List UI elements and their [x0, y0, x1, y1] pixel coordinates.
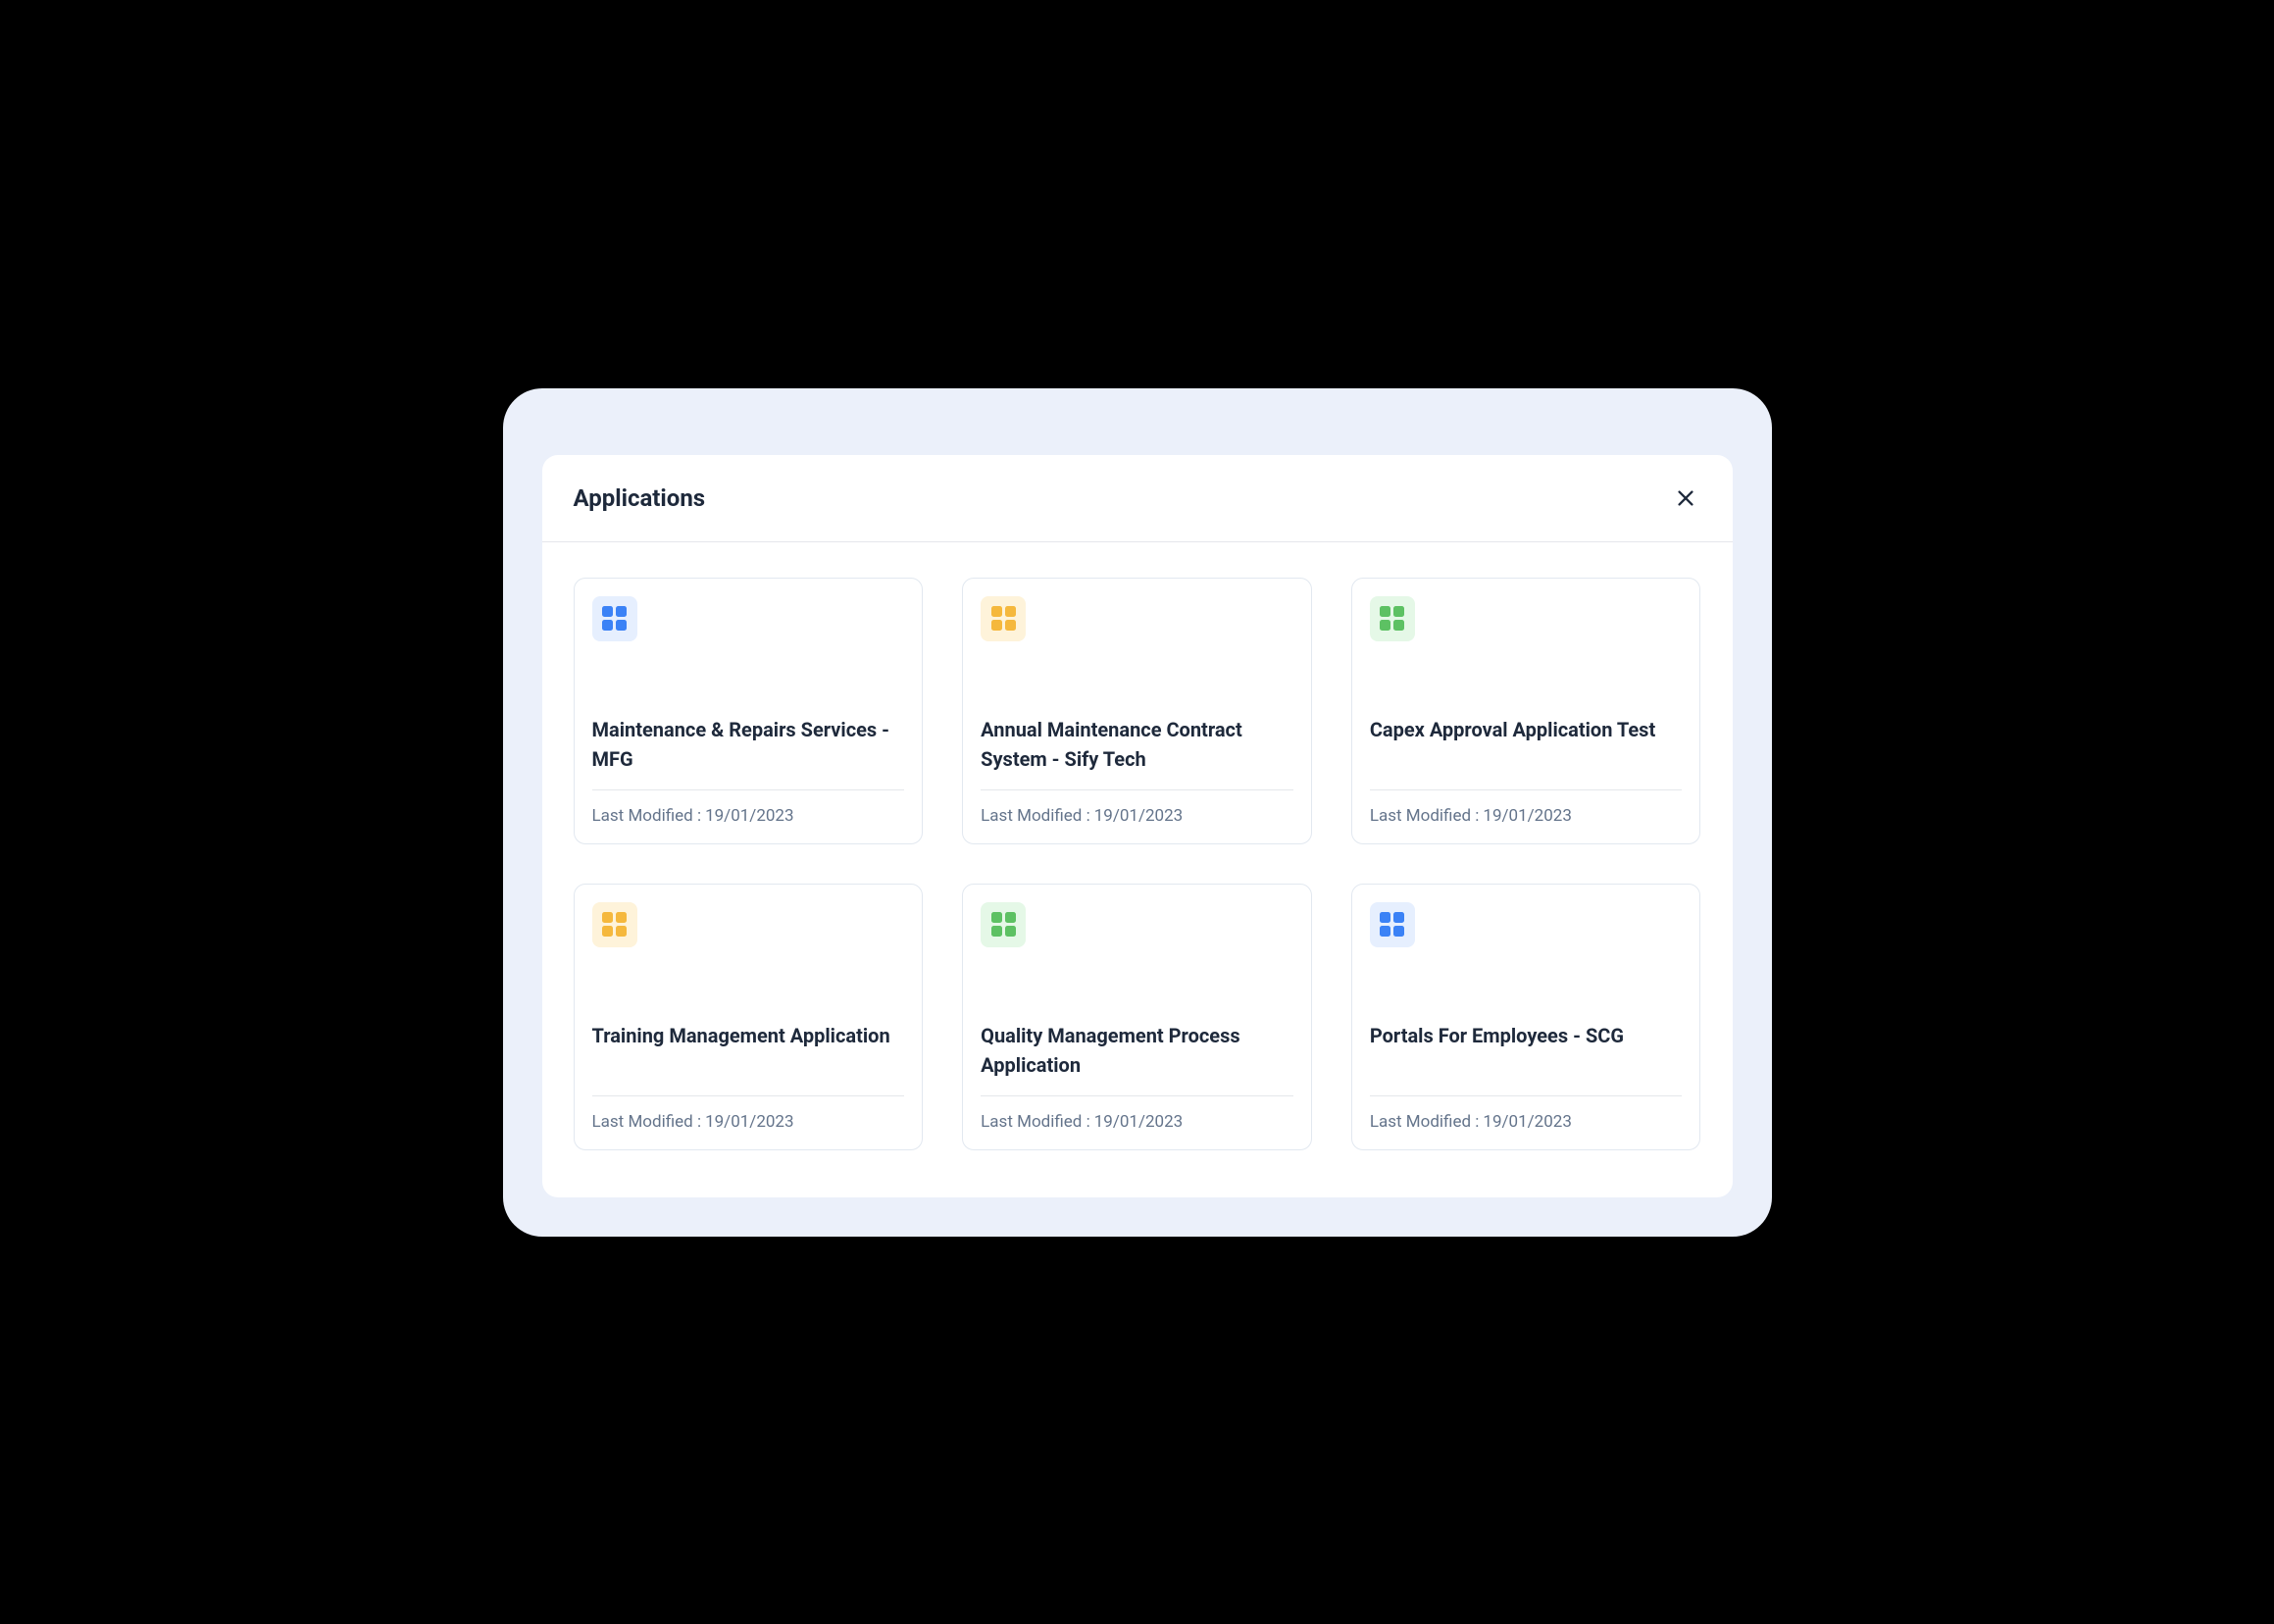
page-background: Applications Maintenance & Repairs Servi… — [503, 388, 1772, 1237]
app-icon-wrap — [592, 596, 637, 641]
last-modified-label: Last Modified : — [981, 1112, 1090, 1132]
grid-icon — [602, 606, 627, 631]
card-divider — [592, 789, 905, 790]
app-icon-wrap — [592, 902, 637, 947]
card-spacer — [1370, 641, 1683, 715]
last-modified-label: Last Modified : — [592, 1112, 702, 1132]
card-title: Portals For Employees - SCG — [1370, 1021, 1683, 1080]
app-icon-wrap — [1370, 596, 1415, 641]
last-modified-label: Last Modified : — [981, 806, 1090, 826]
grid-icon — [991, 606, 1016, 631]
last-modified-date: 19/01/2023 — [705, 1112, 793, 1132]
card-spacer — [592, 947, 905, 1021]
card-spacer — [592, 641, 905, 715]
application-card[interactable]: Capex Approval Application Test Last Modi… — [1351, 578, 1701, 844]
last-modified-date: 19/01/2023 — [1094, 806, 1183, 826]
card-spacer — [1370, 947, 1683, 1021]
grid-icon — [602, 912, 627, 937]
applications-grid: Maintenance & Repairs Services - MFG Last… — [574, 578, 1701, 1150]
card-meta: Last Modified : 19/01/2023 — [592, 1112, 905, 1132]
card-meta: Last Modified : 19/01/2023 — [981, 806, 1293, 826]
card-meta: Last Modified : 19/01/2023 — [981, 1112, 1293, 1132]
app-icon-wrap — [981, 902, 1026, 947]
app-icon-wrap — [1370, 902, 1415, 947]
card-divider — [592, 1095, 905, 1096]
card-spacer — [981, 641, 1293, 715]
close-icon — [1675, 487, 1696, 509]
applications-modal: Applications Maintenance & Repairs Servi… — [542, 455, 1733, 1197]
application-card[interactable]: Training Management Application Last Modi… — [574, 884, 924, 1150]
card-divider — [1370, 1095, 1683, 1096]
modal-title: Applications — [574, 484, 706, 512]
card-title: Maintenance & Repairs Services - MFG — [592, 715, 905, 774]
card-title: Annual Maintenance Contract System - Sif… — [981, 715, 1293, 774]
grid-icon — [991, 912, 1016, 937]
application-card[interactable]: Quality Management Process Application La… — [962, 884, 1312, 1150]
card-title: Quality Management Process Application — [981, 1021, 1293, 1080]
last-modified-label: Last Modified : — [1370, 806, 1480, 826]
last-modified-date: 19/01/2023 — [1483, 1112, 1571, 1132]
application-card[interactable]: Portals For Employees - SCG Last Modified… — [1351, 884, 1701, 1150]
card-title: Capex Approval Application Test — [1370, 715, 1683, 774]
application-card[interactable]: Maintenance & Repairs Services - MFG Last… — [574, 578, 924, 844]
card-spacer — [981, 947, 1293, 1021]
close-button[interactable] — [1670, 482, 1701, 514]
app-icon-wrap — [981, 596, 1026, 641]
last-modified-date: 19/01/2023 — [1094, 1112, 1183, 1132]
grid-icon — [1380, 606, 1404, 631]
last-modified-date: 19/01/2023 — [705, 806, 793, 826]
card-meta: Last Modified : 19/01/2023 — [1370, 1112, 1683, 1132]
modal-body: Maintenance & Repairs Services - MFG Last… — [542, 542, 1733, 1197]
grid-icon — [1380, 912, 1404, 937]
last-modified-label: Last Modified : — [592, 806, 702, 826]
modal-header: Applications — [542, 455, 1733, 542]
card-title: Training Management Application — [592, 1021, 905, 1080]
card-divider — [981, 1095, 1293, 1096]
card-meta: Last Modified : 19/01/2023 — [592, 806, 905, 826]
application-card[interactable]: Annual Maintenance Contract System - Sif… — [962, 578, 1312, 844]
last-modified-label: Last Modified : — [1370, 1112, 1480, 1132]
card-divider — [1370, 789, 1683, 790]
card-meta: Last Modified : 19/01/2023 — [1370, 806, 1683, 826]
card-divider — [981, 789, 1293, 790]
last-modified-date: 19/01/2023 — [1483, 806, 1571, 826]
